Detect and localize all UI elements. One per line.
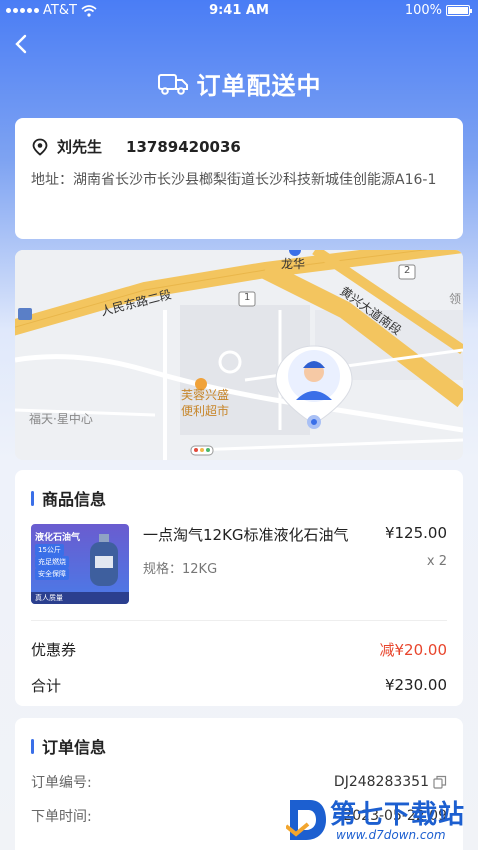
product-name: 一点淘气12KG标准液化石油气 [143,526,349,544]
order-section-title: 订单信息 [42,738,107,757]
order-number-value: DJ248283351 [333,774,429,790]
goods-item[interactable]: 液化石油气 15公斤 充足燃烧 安全保障 真人质量 一点淘气12KG标准液化石油… [31,524,447,604]
page-title: 订单配送中 [196,72,322,100]
address-card[interactable]: 刘先生 13789420036 地址：湖南省长沙市长沙县榔梨街道长沙科技新城佳创… [15,118,463,239]
back-button[interactable] [10,32,34,56]
watermark-logo-icon [286,800,326,840]
courier-marker-icon[interactable] [272,342,356,432]
contact-name: 刘先生 [57,138,103,156]
total-row: 合计 ¥230.00 [31,667,447,703]
battery-icon [446,5,472,16]
product-image: 液化石油气 15公斤 充足燃烧 安全保障 真人质量 [31,524,129,604]
location-pin-icon [32,138,48,156]
product-price: ¥125.00 [384,524,447,542]
map-roads [15,250,463,460]
road-marker-1: 1 [244,292,251,303]
watermark-text: 第七下载站 [330,800,466,830]
poi-label-line2: 便利超市 [181,404,230,418]
road-marker-2: 2 [404,265,411,276]
product-spec: 规格：12KG [143,562,218,577]
coupon-value: 减¥20.00 [379,640,448,659]
area-label-edge: 领 [449,292,462,306]
product-image-tag2: 充足燃烧 [35,556,69,568]
gas-cylinder-icon [90,534,118,586]
goods-section-header: 商品信息 [31,486,447,510]
battery-status: 100% [404,3,472,18]
battery-percent: 100% [404,3,442,18]
product-image-tag3: 安全保障 [35,568,69,580]
product-image-footer: 真人质量 [31,592,129,604]
goods-card: 商品信息 液化石油气 15公斤 充足燃烧 安全保障 真人质量 一点淘气12KG标… [15,470,463,706]
total-label: 合计 [31,676,62,695]
coupon-label: 优惠券 [31,640,77,659]
chevron-left-icon [15,34,27,54]
delivery-map[interactable]: 人民东路二段 黄兴大道南段 龙华 福天·星中心 芙蓉兴盛 便利超市 领 1 2 [15,250,463,460]
status-bar: AT&T 9:41 AM 100% [0,0,478,22]
poi-label-line1: 芙蓉兴盛 [181,388,230,402]
section-accent-bar [31,738,34,754]
contact-phone: 13789420036 [126,137,241,156]
watermark: 第七下载站 www.d7down.com [284,790,474,850]
contact-row: 刘先生 13789420036 [31,136,447,157]
address-text: 地址：湖南省长沙市长沙县榔梨街道长沙科技新城佳创能源A16-1 [31,172,437,188]
order-section-header: 订单信息 [31,734,447,758]
watermark-url: www.d7down.com [336,828,446,842]
order-number: DJ248283351 [334,772,447,792]
goods-section-title: 商品信息 [42,490,107,509]
truck-icon [157,73,188,95]
page-header: 订单配送中 [0,66,478,101]
total-value: ¥230.00 [384,676,447,694]
order-number-label: 订单编号: [31,775,92,791]
coupon-row: 优惠券 减¥20.00 [31,631,447,667]
order-time-label: 下单时间: [31,809,92,825]
product-info: 一点淘气12KG标准液化石油气 规格：12KG [143,524,385,604]
copy-icon[interactable] [433,775,447,789]
divider [31,620,447,621]
product-price-qty: ¥125.00 x 2 [385,524,447,604]
order-number-row: 订单编号: DJ248283351 [31,772,447,792]
product-image-tag1: 15公斤 [35,544,64,556]
product-image-title: 液化石油气 [35,533,81,543]
area-label-longhua: 龙华 [281,257,306,271]
product-quantity: x 2 [426,554,447,569]
area-label-futian: 福天·星中心 [29,412,93,426]
section-accent-bar [31,490,34,506]
